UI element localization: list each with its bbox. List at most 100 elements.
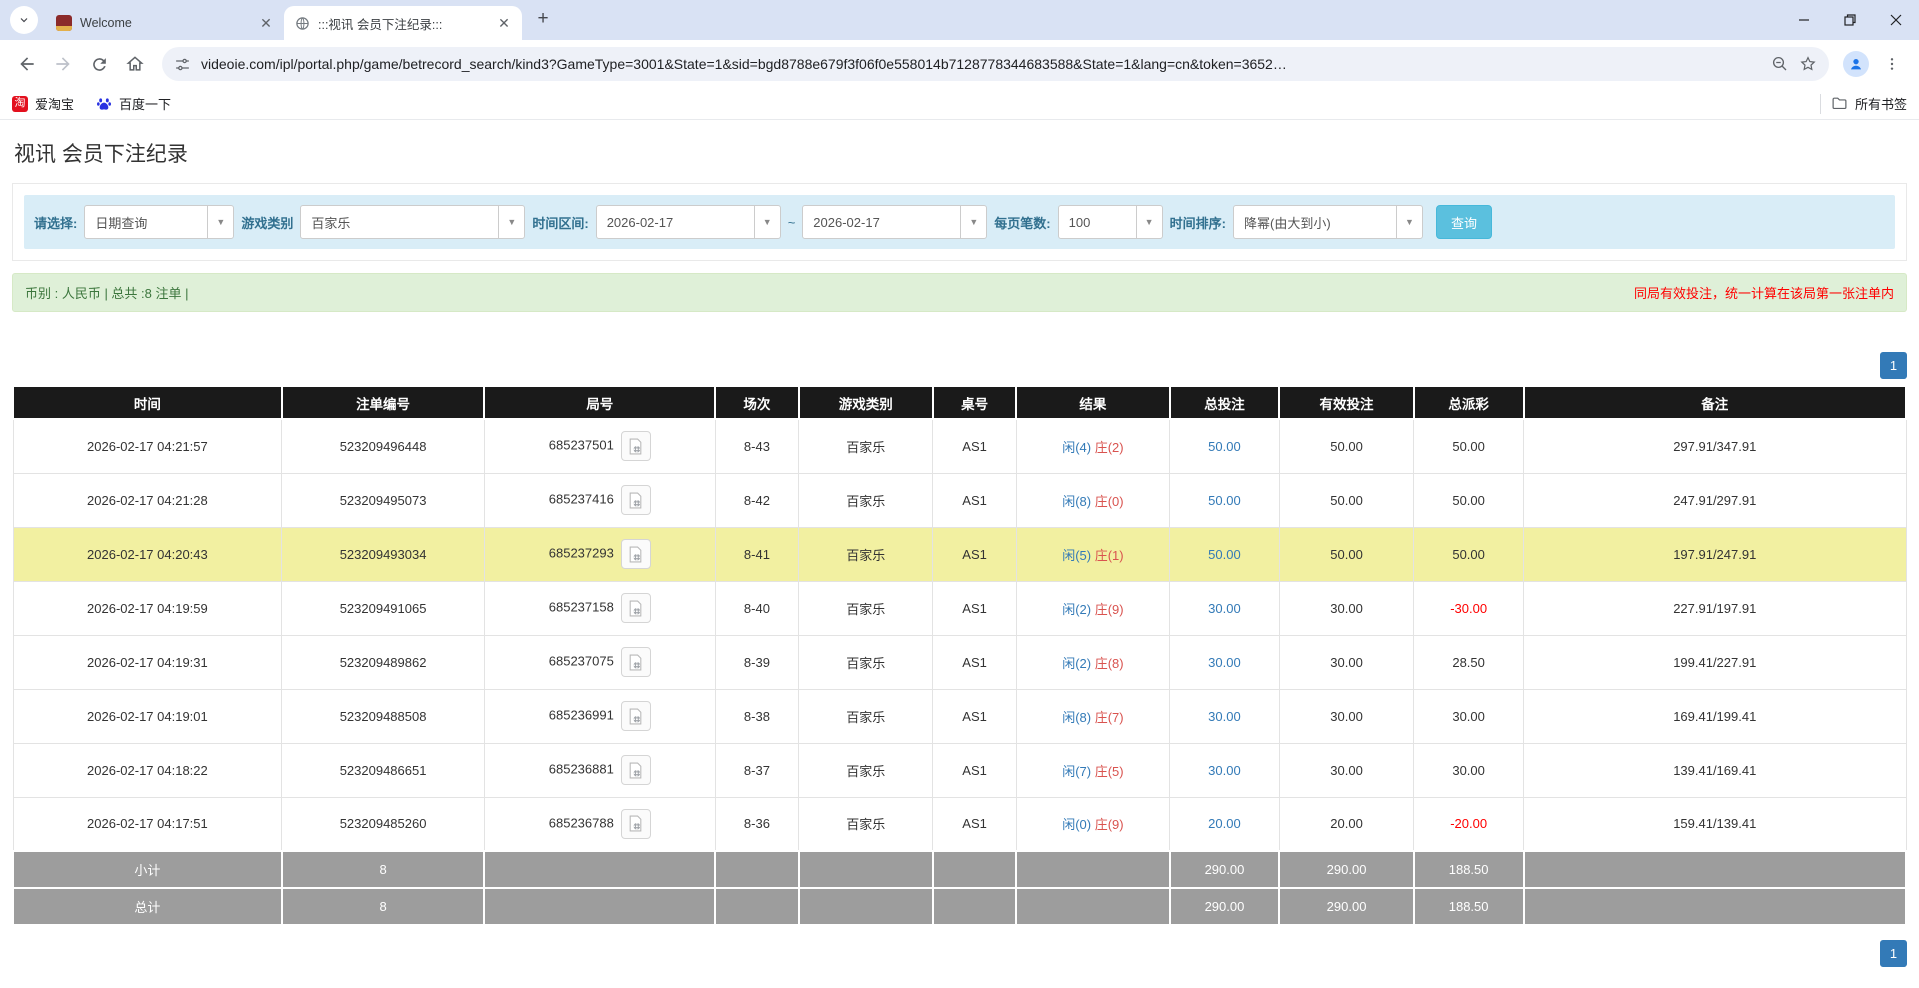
profile-avatar[interactable] (1843, 51, 1869, 77)
cell-time: 2026-02-17 04:19:31 (13, 635, 282, 689)
tab-search-button[interactable] (10, 6, 38, 34)
video-replay-button[interactable] (621, 485, 651, 515)
filter-bar: 请选择: 日期查询 ▼ 游戏类别 百家乐 ▼ 时间区间: 2026-02-17 … (24, 195, 1895, 249)
cell-payout: 28.50 (1414, 635, 1524, 689)
film-icon (627, 546, 644, 563)
cell-total-bet-link[interactable]: 30.00 (1170, 635, 1280, 689)
cell-valid-bet: 30.00 (1279, 743, 1413, 797)
cell-total-bet-link[interactable]: 20.00 (1170, 797, 1280, 851)
chevron-down-icon: ▼ (498, 206, 524, 238)
back-button[interactable] (10, 47, 44, 81)
close-tab-icon[interactable]: ✕ (258, 15, 274, 31)
film-icon (627, 438, 644, 455)
cell-time: 2026-02-17 04:21:57 (13, 419, 282, 473)
globe-favicon-icon (294, 15, 310, 31)
game-type-label: 游戏类别 (241, 213, 293, 232)
video-replay-button[interactable] (621, 431, 651, 461)
currency-summary: 币别 : 人民币 | 总共 :8 注单 | (25, 283, 189, 302)
table-row: 2026-02-17 04:17:51 523209485260 6852367… (13, 797, 1906, 851)
query-mode-select[interactable]: 日期查询 ▼ (84, 205, 234, 239)
round-id: 685237293 (549, 545, 614, 560)
banker-result: 庄(9) (1095, 817, 1124, 832)
url-text[interactable]: videoie.com/ipl/portal.php/game/betrecor… (201, 56, 1761, 72)
table-row: 2026-02-17 04:19:31 523209489862 6852370… (13, 635, 1906, 689)
cell-time: 2026-02-17 04:17:51 (13, 797, 282, 851)
reload-button[interactable] (82, 47, 116, 81)
col-header-5: 桌号 (933, 386, 1016, 419)
cell-valid-bet: 30.00 (1279, 689, 1413, 743)
date-from-select[interactable]: 2026-02-17 ▼ (596, 205, 781, 239)
all-bookmarks-button[interactable]: 所有书签 (1831, 94, 1907, 113)
time-sort-select[interactable]: 降幂(由大到小) ▼ (1233, 205, 1423, 239)
cell-table-no: AS1 (933, 473, 1016, 527)
home-button[interactable] (118, 47, 152, 81)
film-icon (627, 600, 644, 617)
video-replay-button[interactable] (621, 755, 651, 785)
cell-game-type: 百家乐 (799, 581, 933, 635)
new-tab-button[interactable]: + (530, 6, 556, 32)
cell-total-bet-link[interactable]: 30.00 (1170, 581, 1280, 635)
table-row: 2026-02-17 04:20:43 523209493034 6852372… (13, 527, 1906, 581)
date-to-select[interactable]: 2026-02-17 ▼ (802, 205, 987, 239)
col-header-9: 总派彩 (1414, 386, 1524, 419)
tab-welcome[interactable]: Welcome ✕ (46, 6, 284, 40)
bookmark-star-icon[interactable] (1799, 55, 1817, 73)
tab-title: Welcome (80, 16, 250, 30)
cell-total-bet-link[interactable]: 30.00 (1170, 743, 1280, 797)
table-header-row: 时间注单编号局号场次游戏类别桌号结果总投注有效投注总派彩备注 (13, 386, 1906, 419)
close-tab-icon[interactable]: ✕ (496, 15, 512, 31)
valid-bet-notice: 同局有效投注，统一计算在该局第一张注单内 (1634, 283, 1894, 302)
col-header-10: 备注 (1524, 386, 1906, 419)
video-replay-button[interactable] (621, 647, 651, 677)
cell-round-id: 685237501 (484, 419, 715, 473)
col-header-1: 注单编号 (282, 386, 485, 419)
cell-game-type: 百家乐 (799, 743, 933, 797)
col-header-6: 结果 (1016, 386, 1169, 419)
player-result: 闲(2) (1062, 602, 1091, 617)
cell-round-id: 685237075 (484, 635, 715, 689)
page-size-select[interactable]: 100 ▼ (1058, 205, 1163, 239)
bookmark-baidu[interactable]: 百度一下 (96, 94, 171, 113)
restore-button[interactable] (1827, 0, 1873, 40)
player-result: 闲(5) (1062, 548, 1091, 563)
video-replay-button[interactable] (621, 539, 651, 569)
cell-round-id: 685236788 (484, 797, 715, 851)
zoom-out-icon[interactable] (1771, 55, 1789, 73)
cell-bet-id: 523209491065 (282, 581, 485, 635)
video-replay-button[interactable] (621, 701, 651, 731)
video-replay-button[interactable] (621, 809, 651, 839)
cell-payout: 30.00 (1414, 743, 1524, 797)
tab-strip: Welcome ✕ :::视讯 会员下注纪录::: ✕ + (0, 0, 1919, 40)
player-result: 闲(7) (1062, 764, 1091, 779)
video-replay-button[interactable] (621, 593, 651, 623)
page-1-button[interactable]: 1 (1880, 940, 1907, 967)
browser-menu-button[interactable] (1875, 47, 1909, 81)
bookmark-aitaobao[interactable]: 淘 爱淘宝 (12, 94, 74, 113)
forward-button[interactable] (46, 47, 80, 81)
game-type-select[interactable]: 百家乐 ▼ (300, 205, 525, 239)
url-bar[interactable]: videoie.com/ipl/portal.php/game/betrecor… (162, 47, 1829, 81)
cell-total-bet-link[interactable]: 30.00 (1170, 689, 1280, 743)
cell-time: 2026-02-17 04:19:59 (13, 581, 282, 635)
cell-total-bet-link[interactable]: 50.00 (1170, 527, 1280, 581)
table-row: 2026-02-17 04:19:59 523209491065 6852371… (13, 581, 1906, 635)
cell-result: 闲(8) 庄(7) (1016, 689, 1169, 743)
cell-table-no: AS1 (933, 797, 1016, 851)
search-button[interactable]: 查询 (1436, 205, 1492, 239)
cell-total-bet-link[interactable]: 50.00 (1170, 473, 1280, 527)
cell-table-no: AS1 (933, 419, 1016, 473)
page-1-button[interactable]: 1 (1880, 352, 1907, 379)
cell-time: 2026-02-17 04:19:01 (13, 689, 282, 743)
close-window-button[interactable] (1873, 0, 1919, 40)
cell-total-bet-link[interactable]: 50.00 (1170, 419, 1280, 473)
cell-table-no: AS1 (933, 527, 1016, 581)
col-header-8: 有效投注 (1279, 386, 1413, 419)
table-row: 2026-02-17 04:19:01 523209488508 6852369… (13, 689, 1906, 743)
col-header-0: 时间 (13, 386, 282, 419)
site-settings-icon[interactable] (174, 56, 191, 73)
cell-session: 8-43 (715, 419, 798, 473)
cell-payout: -30.00 (1414, 581, 1524, 635)
tab-betrecord[interactable]: :::视讯 会员下注纪录::: ✕ (284, 6, 522, 40)
banker-result: 庄(5) (1095, 764, 1124, 779)
minimize-button[interactable] (1781, 0, 1827, 40)
